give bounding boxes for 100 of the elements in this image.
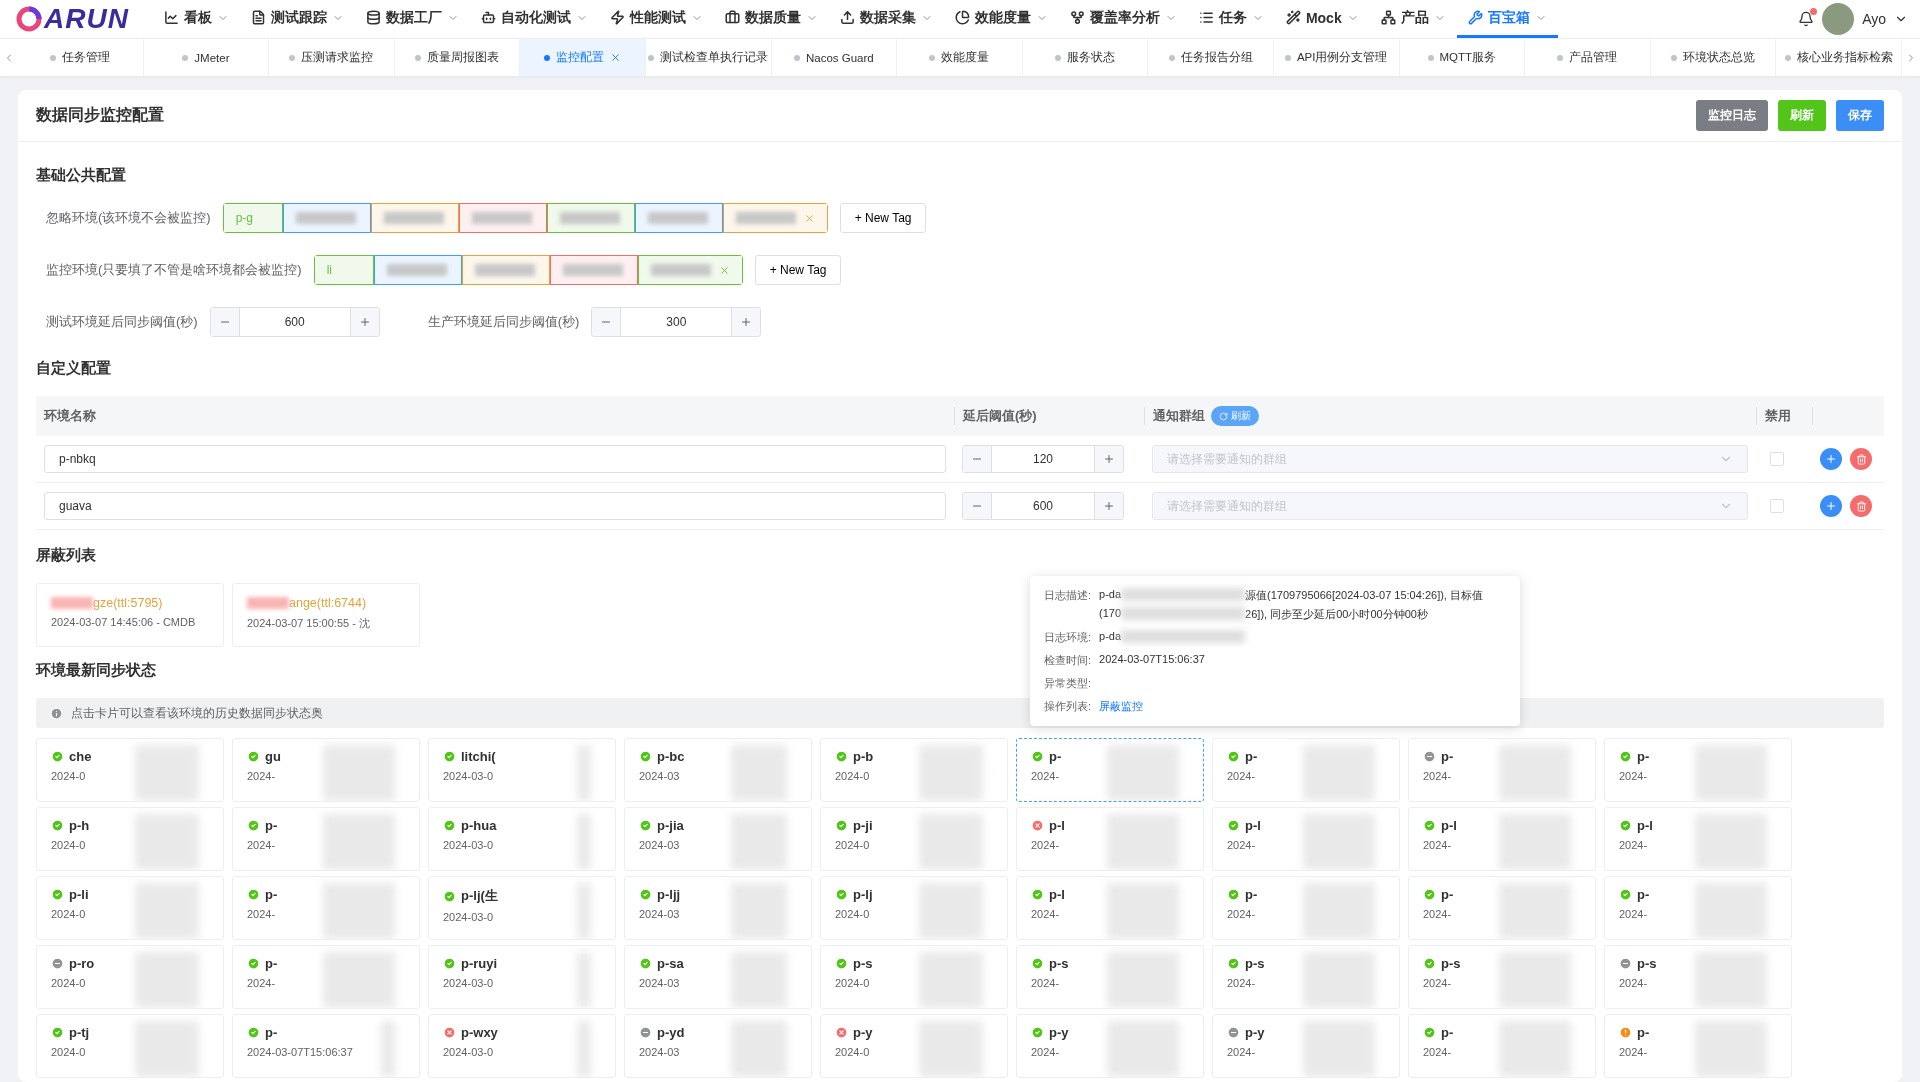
env-status-card[interactable]: p- 2024- [1604, 1014, 1792, 1078]
page-tab[interactable]: 质量周报图表 [394, 39, 521, 76]
disable-checkbox[interactable] [1770, 452, 1784, 466]
env-status-card[interactable]: p-ruyi 2024-03-0 [428, 945, 616, 1009]
nav-menu-item[interactable]: 看板 [152, 0, 240, 38]
env-status-card[interactable]: p- 2024- [1604, 738, 1792, 802]
nav-menu-item[interactable]: 覆盖率分析 [1058, 0, 1188, 38]
env-status-card[interactable]: p-hua 2024-03-0 [428, 807, 616, 871]
page-tab[interactable]: JMeter [143, 39, 270, 76]
page-tab[interactable]: MQTT服务 [1399, 39, 1526, 76]
shielded-env-card[interactable]: ange(ttl:6744) 2024-03-07 15:00:55 - 沈 [232, 583, 420, 647]
env-status-card[interactable]: p- 2024- [1016, 738, 1204, 802]
close-icon[interactable] [610, 52, 622, 63]
add-row-button[interactable] [1820, 448, 1842, 470]
nav-menu-item[interactable]: 效能度量 [943, 0, 1059, 38]
nav-menu-item[interactable]: 性能测试 [598, 0, 714, 38]
nav-menu-item[interactable]: Mock [1274, 0, 1370, 38]
env-status-card[interactable]: p- 2024- [1408, 1014, 1596, 1078]
env-status-card[interactable]: p- 2024- [1212, 876, 1400, 940]
env-status-card[interactable]: p-bc 2024-03 [624, 738, 812, 802]
env-status-card[interactable]: p- 2024- [232, 807, 420, 871]
nav-menu-item[interactable]: 数据采集 [828, 0, 944, 38]
env-status-card[interactable]: p-jia 2024-03 [624, 807, 812, 871]
env-status-card[interactable]: p-lj 2024-0 [820, 876, 1008, 940]
env-status-card[interactable]: p- 2024- [1604, 876, 1792, 940]
page-tab[interactable]: 压测请求监控 [269, 39, 395, 76]
delete-row-button[interactable] [1850, 495, 1872, 517]
env-status-card[interactable]: p-l 2024- [1016, 807, 1204, 871]
page-tab[interactable]: 任务报告分组 [1148, 39, 1274, 76]
nav-menu-item[interactable]: 数据工厂 [354, 0, 470, 38]
env-status-card[interactable]: p-l 2024- [1212, 807, 1400, 871]
action-button[interactable]: 监控日志 [1696, 100, 1768, 131]
close-icon[interactable] [803, 212, 815, 224]
avatar[interactable] [1822, 3, 1855, 35]
env-status-card[interactable]: p-ro 2024-0 [36, 945, 224, 1009]
env-status-card[interactable]: p-l 2024- [1604, 807, 1792, 871]
page-tab[interactable]: 效能度量 [897, 39, 1023, 76]
new-tag-button[interactable]: + New Tag [754, 255, 842, 285]
nav-menu-item[interactable]: 任务 [1187, 0, 1275, 38]
env-status-card[interactable]: p-li 2024-0 [36, 876, 224, 940]
notification-bell-icon[interactable] [1798, 11, 1815, 27]
env-status-card[interactable]: p- 2024- [1408, 738, 1596, 802]
increment-button[interactable] [1095, 446, 1123, 472]
increment-button[interactable] [350, 308, 379, 336]
decrement-button[interactable] [963, 446, 991, 472]
env-name-input[interactable]: p-nbkq [44, 445, 946, 473]
shield-monitor-link[interactable]: 屏蔽监控 [1099, 699, 1144, 714]
env-status-card[interactable]: p-y 2024- [1016, 1014, 1204, 1078]
env-status-card[interactable]: p-wxy 2024-03-0 [428, 1014, 616, 1078]
increment-button[interactable] [732, 308, 761, 336]
env-status-card[interactable]: litchi( 2024-03-0 [428, 738, 616, 802]
env-status-card[interactable]: che 2024-0 [36, 738, 224, 802]
env-status-card[interactable]: p- 2024- [232, 945, 420, 1009]
page-tab[interactable]: 环境状态总览 [1650, 39, 1777, 76]
page-tab[interactable]: 产品管理 [1525, 39, 1651, 76]
env-status-card[interactable]: p-yd 2024-03 [624, 1014, 812, 1078]
env-status-card[interactable]: p-tj 2024-0 [36, 1014, 224, 1078]
nav-menu-item[interactable]: 测试跟踪 [239, 0, 355, 38]
new-tag-button[interactable]: + New Tag [839, 203, 927, 233]
env-status-card[interactable]: p-s 2024- [1408, 945, 1596, 1009]
increment-button[interactable] [1095, 493, 1123, 519]
decrement-button[interactable] [210, 308, 239, 336]
disable-checkbox[interactable] [1770, 499, 1784, 513]
env-status-card[interactable]: p- 2024- [1408, 876, 1596, 940]
env-status-card[interactable]: p-y 2024- [1212, 1014, 1400, 1078]
page-tab[interactable]: API用例分支管理 [1273, 39, 1400, 76]
page-tab[interactable]: 监控配置 [520, 39, 646, 76]
env-status-card[interactable]: p- 2024- [1212, 738, 1400, 802]
number-input[interactable]: 300 [591, 307, 762, 337]
number-input[interactable]: 600 [209, 307, 380, 337]
env-status-card[interactable]: p-l 2024- [1408, 807, 1596, 871]
env-status-card[interactable]: p-s 2024- [1212, 945, 1400, 1009]
number-input[interactable]: 120 [962, 445, 1124, 473]
env-status-card[interactable]: p-s 2024- [1016, 945, 1204, 1009]
env-status-card[interactable]: p- 2024-03-07T15:06:37 [232, 1014, 420, 1078]
nav-menu-item[interactable]: 数据质量 [713, 0, 829, 38]
nav-menu-item[interactable]: 自动化测试 [469, 0, 599, 38]
page-tab[interactable]: 测试检查单执行记录 [645, 39, 772, 76]
close-icon[interactable] [718, 264, 730, 276]
env-status-card[interactable]: p-s 2024-0 [820, 945, 1008, 1009]
env-name-input[interactable]: guava [44, 492, 946, 520]
add-row-button[interactable] [1820, 495, 1842, 517]
page-tab[interactable]: 核心业务指标检索 [1776, 39, 1902, 76]
number-input[interactable]: 600 [962, 492, 1124, 520]
env-status-card[interactable]: p-b 2024-0 [820, 738, 1008, 802]
env-status-card[interactable]: p-h 2024-0 [36, 807, 224, 871]
env-status-card[interactable]: p-l 2024- [1016, 876, 1204, 940]
page-tab[interactable]: 服务状态 [1022, 39, 1149, 76]
env-status-card[interactable]: gu 2024- [232, 738, 420, 802]
env-status-card[interactable]: p-s 2024- [1604, 945, 1792, 1009]
env-status-card[interactable]: p-y 2024-0 [820, 1014, 1008, 1078]
shielded-env-card[interactable]: gze(ttl:5795) 2024-03-07 14:45:06 - CMDB [36, 583, 224, 647]
env-status-card[interactable]: p-ljj 2024-03 [624, 876, 812, 940]
env-status-card[interactable]: p- 2024- [232, 876, 420, 940]
delete-row-button[interactable] [1850, 448, 1872, 470]
env-status-card[interactable]: p-ji 2024-0 [820, 807, 1008, 871]
page-tab[interactable]: Nacos Guard [771, 39, 898, 76]
user-name[interactable]: Ayo [1862, 11, 1886, 27]
nav-menu-item[interactable]: 产品 [1369, 0, 1457, 38]
decrement-button[interactable] [592, 308, 621, 336]
